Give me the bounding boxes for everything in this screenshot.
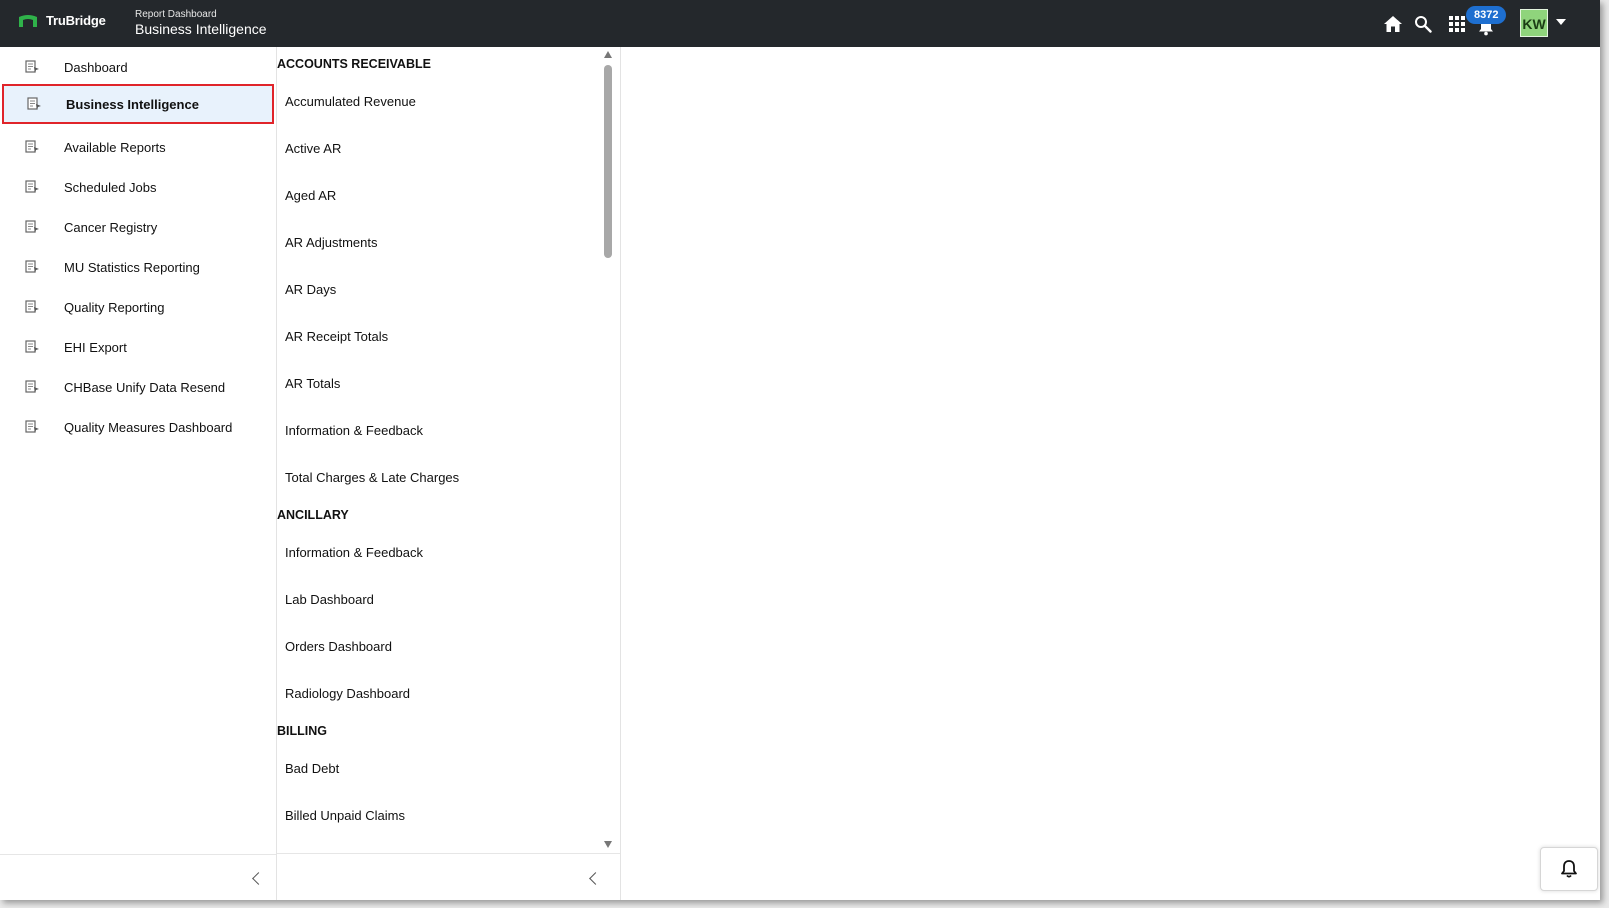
sidebar-item[interactable]: EHI Export — [0, 327, 276, 367]
sidebar-item-label: Available Reports — [64, 139, 166, 155]
sidebar-item-label: Scheduled Jobs — [64, 179, 157, 195]
sidebar-item[interactable]: MU Statistics Reporting — [0, 247, 276, 287]
top-bar: TruBridge Report Dashboard Business Inte… — [0, 0, 1600, 47]
sidebar-item-label: Business Intelligence — [66, 96, 199, 112]
sidebar-item-label: Quality Measures Dashboard — [64, 419, 233, 435]
user-avatar[interactable]: KW — [1520, 9, 1548, 37]
home-icon — [1384, 16, 1402, 32]
sidebar-item-label: Dashboard — [64, 59, 128, 75]
report-icon — [24, 337, 44, 357]
brand-logo[interactable]: TruBridge — [18, 13, 106, 28]
report-section-heading: BILLING — [277, 724, 327, 738]
report-link[interactable]: Information & Feedback — [285, 545, 423, 560]
scroll-up-arrow-icon[interactable] — [604, 51, 612, 58]
report-link[interactable]: Billed Unpaid Claims — [285, 808, 405, 823]
page-title: Business Intelligence — [135, 21, 267, 37]
scroll-down-arrow-icon[interactable] — [604, 841, 612, 848]
search-icon — [1415, 16, 1432, 33]
apps-button[interactable] — [1446, 13, 1468, 35]
apps-grid-icon — [1449, 16, 1465, 32]
report-icon — [24, 257, 44, 277]
report-link[interactable]: Aged AR — [285, 188, 336, 203]
report-icon — [24, 217, 44, 237]
report-icon — [24, 417, 44, 437]
sidebar: Dashboard Business Intelligence Available … — [0, 47, 277, 900]
report-section-heading: ACCOUNTS RECEIVABLE — [277, 57, 431, 71]
sidebar-item[interactable]: Cancer Registry — [0, 207, 276, 247]
sidebar-item-label: Cancer Registry — [64, 219, 158, 235]
trubridge-logo-icon — [19, 14, 37, 27]
sidebar-item[interactable]: Scheduled Jobs — [0, 167, 276, 207]
sidebar-item[interactable]: CHBase Unify Data Resend — [0, 367, 276, 407]
brand-name: TruBridge — [46, 13, 106, 28]
report-section-heading: ANCILLARY — [277, 508, 349, 522]
sidebar-item[interactable]: Quality Reporting — [0, 287, 276, 327]
report-link[interactable]: Radiology Dashboard — [285, 686, 410, 701]
report-icon — [24, 57, 44, 77]
breadcrumb: Report Dashboard Business Intelligence — [135, 9, 267, 38]
scrollbar-thumb[interactable] — [604, 65, 612, 258]
sidebar-item[interactable]: Dashboard — [0, 47, 276, 87]
report-icon — [26, 94, 46, 114]
report-icon — [24, 137, 44, 157]
scrollbar[interactable] — [601, 47, 615, 853]
floating-notifications-button[interactable] — [1540, 847, 1598, 891]
report-link[interactable]: Bad Debt — [285, 761, 339, 776]
search-button[interactable] — [1412, 13, 1434, 35]
sidebar-item-label: CHBase Unify Data Resend — [64, 379, 226, 395]
user-menu-chevron-down-icon[interactable] — [1556, 19, 1566, 25]
report-link[interactable]: Information & Feedback — [285, 423, 423, 438]
sidebar-item-label: EHI Export — [64, 339, 127, 355]
app-window: TruBridge Report Dashboard Business Inte… — [0, 0, 1600, 900]
report-icon — [24, 297, 44, 317]
notification-badge[interactable]: 8372 — [1466, 6, 1507, 24]
bell-outline-icon — [1561, 860, 1577, 878]
report-link[interactable]: Active AR — [285, 141, 341, 156]
sidebar-item[interactable]: Available Reports — [0, 127, 276, 167]
collapse-sidebar-chevron-left-icon[interactable] — [252, 872, 265, 885]
report-list-collapse-bar — [277, 853, 620, 900]
report-link[interactable]: AR Receipt Totals — [285, 329, 388, 344]
main-content-area — [621, 47, 1600, 900]
collapse-report-list-chevron-left-icon[interactable] — [589, 872, 602, 885]
report-link[interactable]: AR Totals — [285, 376, 340, 391]
report-link[interactable]: Orders Dashboard — [285, 639, 392, 654]
sidebar-item[interactable]: Quality Measures Dashboard — [0, 407, 276, 447]
report-link[interactable]: AR Adjustments — [285, 235, 378, 250]
report-link[interactable]: Lab Dashboard — [285, 592, 374, 607]
sidebar-item[interactable]: Business Intelligence — [2, 84, 274, 124]
report-link[interactable]: AR Days — [285, 282, 336, 297]
home-button[interactable] — [1382, 13, 1404, 35]
sidebar-collapse-bar — [0, 854, 276, 900]
report-icon — [24, 177, 44, 197]
sidebar-item-label: Quality Reporting — [64, 299, 165, 315]
sidebar-item-label: MU Statistics Reporting — [64, 259, 200, 275]
breadcrumb-parent[interactable]: Report Dashboard — [135, 9, 267, 20]
report-link[interactable]: Total Charges & Late Charges — [285, 470, 459, 485]
report-list-panel: ACCOUNTS RECEIVABLE Accumulated Revenue Ac… — [277, 47, 621, 900]
report-link[interactable]: Accumulated Revenue — [285, 94, 416, 109]
report-icon — [24, 377, 44, 397]
